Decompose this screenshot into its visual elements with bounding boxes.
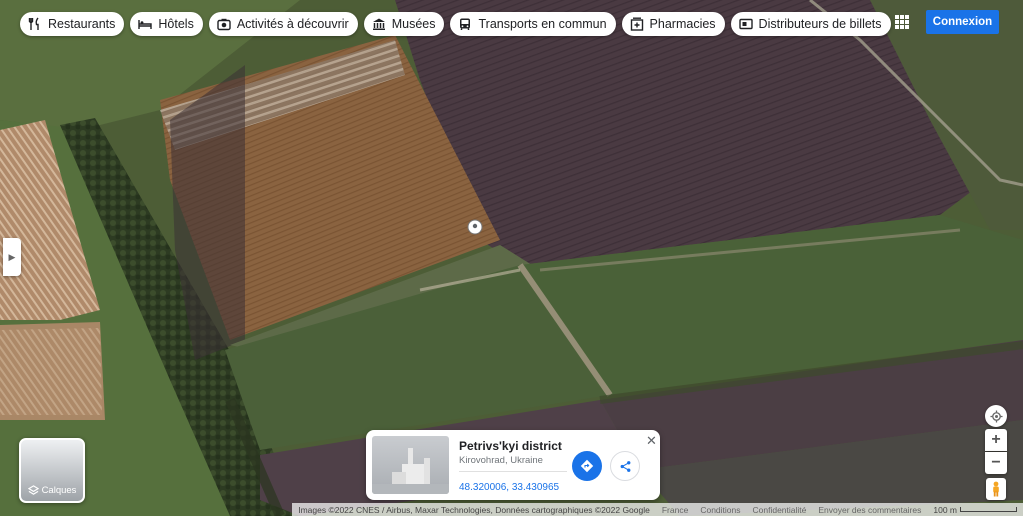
zoom-in-button[interactable]: + [985,429,1007,451]
signin-button[interactable]: Connexion [926,10,999,34]
layers-label-wrap: Calques [21,485,83,496]
chip-distributeurs-de-billets[interactable]: Distributeurs de billets [730,12,891,36]
place-subtitle: Kirovohrad, Ukraine [459,455,543,466]
chip-label: Hôtels [158,17,194,31]
directions-button[interactable] [572,451,602,481]
directions-icon [580,459,594,473]
place-photo[interactable] [372,436,449,494]
street-view-pegman-icon[interactable] [986,478,1006,500]
card-divider [459,471,567,472]
atm-icon [738,17,753,31]
chip-pharmacies[interactable]: Pharmacies [621,12,725,36]
layers-label: Calques [41,485,77,496]
chip-label: Activités à découvrir [236,17,349,31]
chip-musées[interactable]: Musées [363,12,445,36]
privacy-link[interactable]: Confidentialité [753,505,807,515]
category-chips: Restaurants Hôtels Activités à découvrir Mu… [20,12,891,36]
chip-label: Restaurants [48,17,116,31]
chip-label: Transports en commun [478,17,607,31]
hotel-icon [138,17,153,31]
location-marker-icon[interactable] [467,219,483,235]
place-title: Petrivs'kyi district [459,439,562,453]
scale-label: 100 m [933,504,957,515]
feedback-link[interactable]: Envoyer des commentaires [818,505,921,515]
chevron-right-icon: ▶ [8,251,16,262]
chip-label: Musées [391,17,436,31]
chip-label: Pharmacies [649,17,716,31]
layers-icon [27,485,39,495]
chip-transports-en-commun[interactable]: Transports en commun [450,12,616,36]
restaurant-icon [28,17,42,31]
chip-hôtels[interactable]: Hôtels [130,12,203,36]
camera-icon [217,17,231,31]
my-location-button[interactable] [985,405,1007,427]
place-coordinates[interactable]: 48.320006, 33.430965 [459,482,559,493]
share-button[interactable] [610,451,640,481]
share-icon [620,460,630,472]
scale-bar-line [960,507,1017,512]
country-link[interactable]: France [662,505,688,515]
conditions-link[interactable]: Conditions [700,505,740,515]
chip-activités-à-découvrir[interactable]: Activités à découvrir [208,12,358,36]
my-location-icon [989,409,1003,423]
collapse-panel-button[interactable]: ▶ [3,238,21,276]
bus-icon [458,17,472,31]
zoom-out-button[interactable]: − [985,452,1007,474]
place-card: Petrivs'kyi district Kirovohrad, Ukraine… [366,430,660,500]
museum-icon [372,17,386,31]
scale-bar[interactable]: 100 m [933,505,1017,515]
map-footer: Images ©2022 CNES / Airbus, Maxar Techno… [292,503,1023,516]
close-icon[interactable]: ✕ [646,433,657,449]
chip-restaurants[interactable]: Restaurants [20,12,125,36]
apps-grid-icon[interactable] [895,15,909,29]
layers-button[interactable]: Calques [19,438,85,503]
pharmacy-icon [630,17,644,31]
attribution-text: Images ©2022 CNES / Airbus, Maxar Techno… [298,504,650,515]
chip-label: Distributeurs de billets [758,17,882,31]
